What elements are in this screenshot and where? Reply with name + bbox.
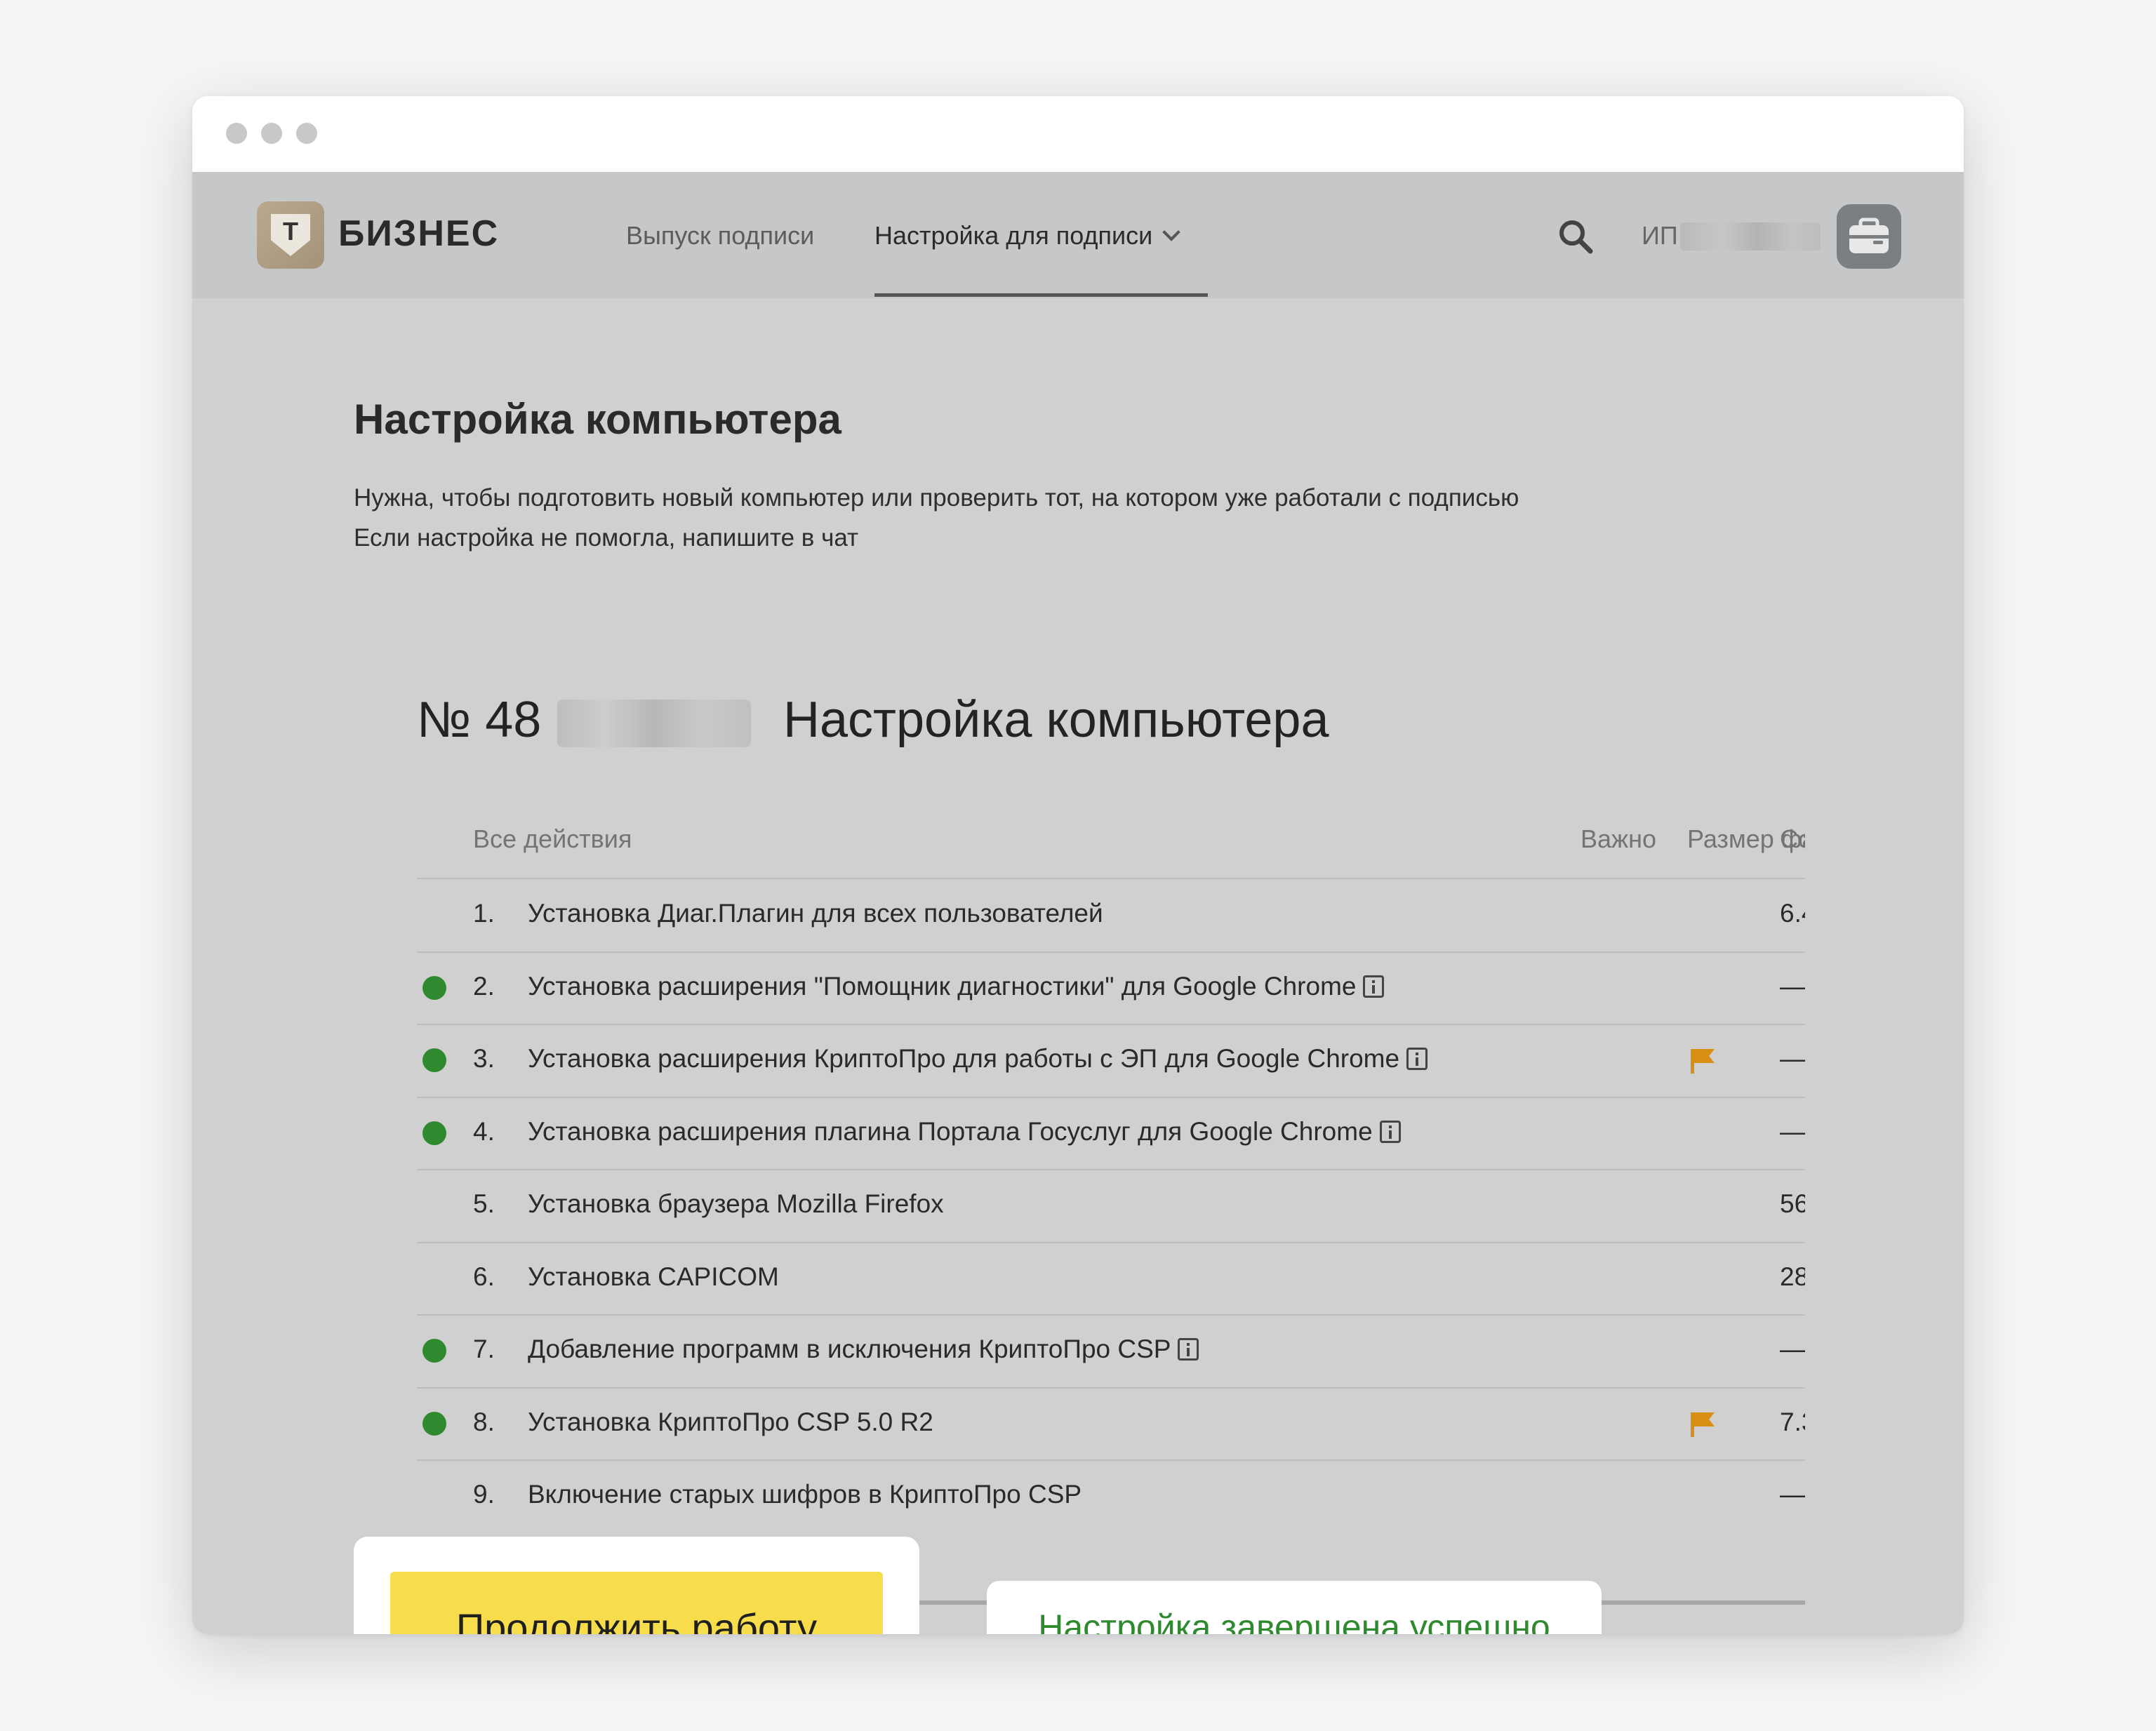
row-number: 5. bbox=[473, 1189, 495, 1218]
nav-signature-setup[interactable]: Настройка для подписи bbox=[874, 221, 1180, 250]
continue-button[interactable]: Продолжить работу bbox=[390, 1572, 883, 1634]
row-title-text: Установка CAPICOM bbox=[528, 1262, 779, 1291]
column-header-actions: Все действия bbox=[473, 824, 632, 853]
actions-table: Все действия Важно Размер файла Состо 1.… bbox=[417, 789, 1805, 1607]
table-row[interactable]: 2. Установка расширения "Помощник диагнос… bbox=[417, 952, 1805, 1024]
table-row[interactable]: 1. Установка Диаг.Плагин для всех пользов… bbox=[417, 879, 1805, 951]
page-title: Настройка компьютера bbox=[354, 396, 841, 443]
table-row[interactable]: 5. Установка браузера Mozilla Firefox 56.0… bbox=[417, 1170, 1805, 1242]
table-row[interactable]: 3. Установка расширения КриптоПро для раб… bbox=[417, 1024, 1805, 1097]
row-title: Установка КриптоПро CSP 5.0 R2 bbox=[528, 1408, 933, 1437]
row-title-text: Установка Диаг.Плагин для всех пользоват… bbox=[528, 899, 1103, 928]
row-title: Установка расширения КриптоПро для работ… bbox=[528, 1044, 1428, 1074]
info-icon[interactable] bbox=[1406, 1048, 1428, 1070]
column-header-status: Состо bbox=[1780, 824, 1805, 853]
status-done-icon bbox=[422, 1048, 446, 1072]
order-number: № 48 bbox=[417, 692, 542, 748]
window-titlebar bbox=[192, 96, 1964, 172]
nav-signature-setup-label: Настройка для подписи bbox=[874, 221, 1153, 250]
row-title-text: Включение старых шифров в КриптоПро CSP bbox=[528, 1480, 1082, 1509]
row-title: Включение старых шифров в КриптоПро CSP bbox=[528, 1480, 1082, 1509]
account-name-prefix[interactable]: ИП bbox=[1642, 221, 1678, 250]
table-row[interactable]: 8. Установка КриптоПро CSP 5.0 R2 7.3 МБ bbox=[417, 1388, 1805, 1460]
account-name-redacted bbox=[1680, 222, 1821, 250]
active-tab-underline bbox=[874, 293, 1208, 297]
window-close-button[interactable] bbox=[226, 123, 247, 144]
row-title: Установка расширения "Помощник диагности… bbox=[528, 971, 1385, 1001]
row-file-size: — bbox=[1780, 1335, 1805, 1363]
logo-letter: Т bbox=[283, 217, 298, 246]
flag-icon bbox=[1691, 1049, 1715, 1074]
top-header: Т БИЗНЕС Выпуск подписи Настройка для по… bbox=[192, 172, 1964, 298]
page-description: Нужна, чтобы подготовить новый компьютер… bbox=[354, 484, 1519, 512]
column-header-important: Важно bbox=[1581, 824, 1657, 853]
search-icon[interactable] bbox=[1556, 217, 1595, 256]
nav-signature-issue[interactable]: Выпуск подписи bbox=[626, 221, 814, 250]
continue-card: Продолжить работу bbox=[354, 1537, 919, 1634]
row-number: 9. bbox=[473, 1480, 495, 1509]
row-file-size: 7.3 МБ bbox=[1780, 1407, 1805, 1436]
row-title: Установка расширения плагина Портала Гос… bbox=[528, 1117, 1401, 1147]
row-number: 3. bbox=[473, 1044, 495, 1073]
row-number: 4. bbox=[473, 1116, 495, 1146]
browser-window: Т БИЗНЕС Выпуск подписи Настройка для по… bbox=[192, 96, 1964, 1634]
briefcase-icon bbox=[1849, 218, 1889, 253]
row-number: 1. bbox=[473, 899, 495, 928]
row-number: 8. bbox=[473, 1407, 495, 1436]
app-screen: Т БИЗНЕС Выпуск подписи Настройка для по… bbox=[192, 172, 1964, 1634]
info-icon[interactable] bbox=[1363, 975, 1385, 998]
avatar[interactable] bbox=[1837, 204, 1901, 269]
row-number: 7. bbox=[473, 1335, 495, 1363]
row-title-text: Установка расширения "Помощник диагности… bbox=[528, 971, 1357, 1001]
row-title-text: Установка КриптоПро CSP 5.0 R2 bbox=[528, 1407, 933, 1436]
row-title-text: Добавление программ в исключения КриптоП… bbox=[528, 1335, 1171, 1363]
flag-icon bbox=[1691, 1412, 1715, 1437]
status-done-icon bbox=[422, 1121, 446, 1145]
info-icon[interactable] bbox=[1379, 1120, 1401, 1143]
table-row[interactable]: 7. Добавление программ в исключения Крипт… bbox=[417, 1315, 1805, 1387]
status-badge: Настройка завершена успешно bbox=[987, 1581, 1602, 1634]
logo-text[interactable]: БИЗНЕС bbox=[338, 213, 499, 255]
page-description-help: Если настройка не помогла, напишите в ча… bbox=[354, 524, 859, 552]
row-title: Установка Диаг.Плагин для всех пользоват… bbox=[528, 899, 1103, 928]
row-title: Установка CAPICOM bbox=[528, 1262, 779, 1292]
row-file-size: 6.48 МБ bbox=[1780, 899, 1805, 928]
row-file-size: — bbox=[1780, 1044, 1805, 1073]
row-file-size: 56.01 МБ bbox=[1780, 1189, 1805, 1218]
row-file-size: — bbox=[1780, 1480, 1805, 1509]
logo-icon[interactable]: Т bbox=[257, 201, 324, 269]
row-title-text: Установка расширения КриптоПро для работ… bbox=[528, 1044, 1400, 1073]
status-done-icon bbox=[422, 1411, 446, 1436]
row-file-size: — bbox=[1780, 1116, 1805, 1146]
row-file-size: 284 КБ bbox=[1780, 1262, 1805, 1291]
status-done-icon bbox=[422, 975, 446, 1000]
table-row[interactable]: 9. Включение старых шифров в КриптоПро CS… bbox=[417, 1460, 1805, 1532]
row-number: 6. bbox=[473, 1262, 495, 1291]
window-minimize-button[interactable] bbox=[261, 123, 282, 144]
row-title-text: Установка браузера Mozilla Firefox bbox=[528, 1189, 944, 1218]
order-number-redacted bbox=[557, 700, 751, 747]
row-number: 2. bbox=[473, 971, 495, 1001]
row-title: Добавление программ в исключения КриптоП… bbox=[528, 1335, 1199, 1364]
table-row[interactable]: 6. Установка CAPICOM 284 КБ bbox=[417, 1243, 1805, 1315]
order-title: Настройка компьютера bbox=[783, 692, 1329, 748]
chevron-down-icon bbox=[1162, 223, 1180, 241]
table-row[interactable]: 4. Установка расширения плагина Портала Г… bbox=[417, 1097, 1805, 1170]
window-zoom-button[interactable] bbox=[296, 123, 317, 144]
info-icon[interactable] bbox=[1178, 1338, 1199, 1361]
row-title-text: Установка расширения плагина Портала Гос… bbox=[528, 1116, 1373, 1146]
row-title: Установка браузера Mozilla Firefox bbox=[528, 1189, 944, 1219]
status-done-icon bbox=[422, 1339, 446, 1363]
row-file-size: — bbox=[1780, 971, 1805, 1001]
